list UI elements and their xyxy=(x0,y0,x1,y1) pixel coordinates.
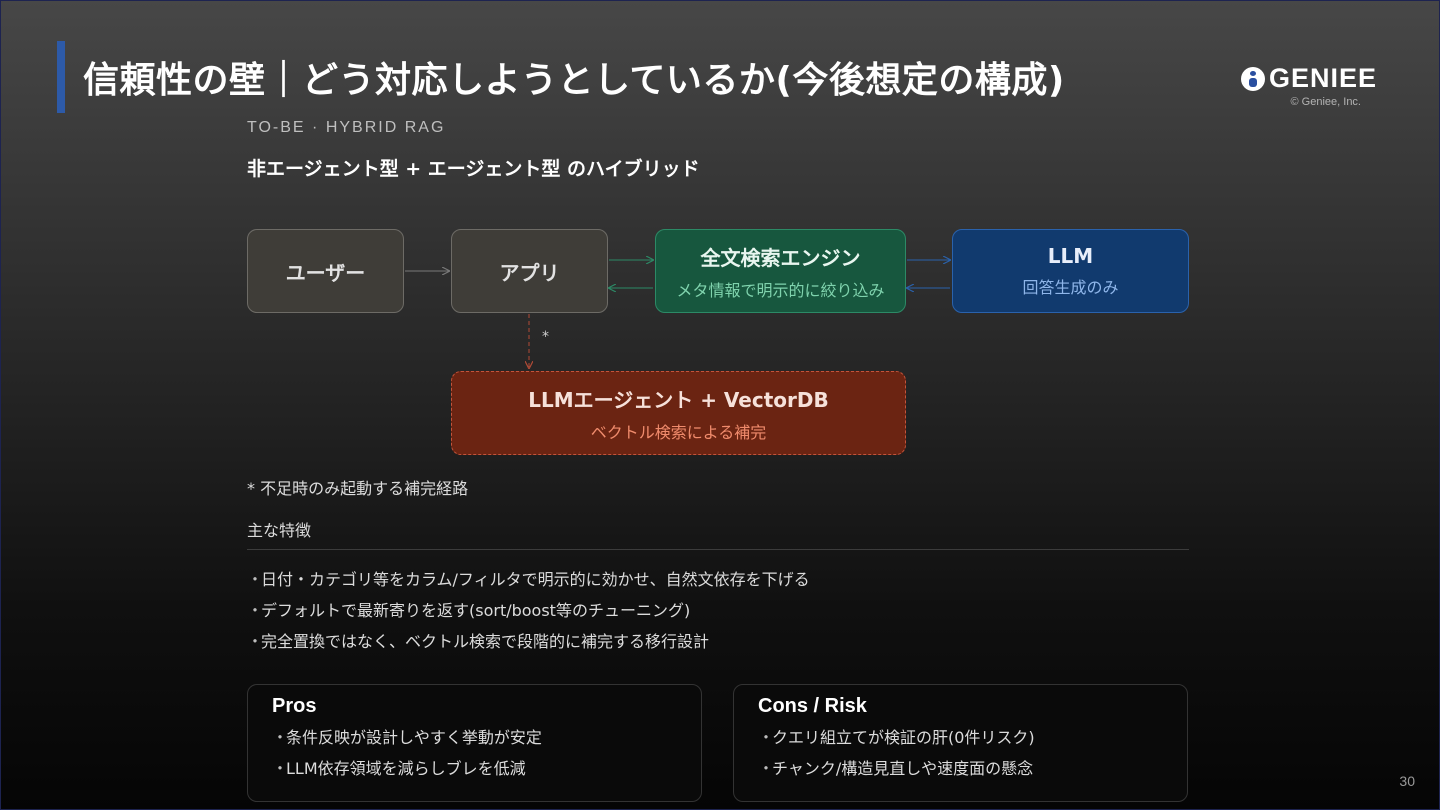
copyright: © Geniee, Inc. xyxy=(1290,96,1361,108)
node-llm-sub: 回答生成のみ xyxy=(1022,278,1119,297)
node-search-sub: メタ情報で明示的に絞り込み xyxy=(676,280,885,300)
features-list: ・日付・カテゴリ等をカラム/フィルタで明示的に効かせ、自然文依存を下げる ・デフ… xyxy=(247,568,810,661)
list-item: ・チャンク/構造見直しや速度面の懸念 xyxy=(758,757,1163,788)
list-item: ・デフォルトで最新寄りを返す(sort/boost等のチューニング) xyxy=(247,599,810,630)
list-item: ・日付・カテゴリ等をカラム/フィルタで明示的に効かせ、自然文依存を下げる xyxy=(247,568,810,599)
bullet-icon: ・ xyxy=(272,728,289,747)
slide-subtitle: 非エージェント型 + エージェント型 のハイブリッド xyxy=(247,158,700,180)
eyebrow-label: TO-BE · HYBRID RAG xyxy=(247,119,446,136)
bullet-icon: ・ xyxy=(247,601,264,620)
cons-card: Cons / Risk ・クエリ組立てが検証の肝(0件リスク) ・チャンク/構造… xyxy=(733,684,1188,802)
cons-list: ・クエリ組立てが検証の肝(0件リスク) ・チャンク/構造見直しや速度面の懸念 xyxy=(758,726,1163,788)
features-title: 主な特徴 xyxy=(247,521,312,540)
node-search-engine: 全文検索エンジン メタ情報で明示的に絞り込み xyxy=(655,229,906,313)
node-app-label: アプリ xyxy=(499,260,560,285)
node-agent-sub: ベクトル検索による補完 xyxy=(590,422,767,442)
node-llm: LLM 回答生成のみ xyxy=(952,229,1189,313)
node-app: アプリ xyxy=(451,229,608,313)
node-user-label: ユーザー xyxy=(285,260,366,285)
bullet-icon: ・ xyxy=(758,759,775,778)
page-number: 30 xyxy=(1399,773,1415,789)
logo-text: GENIEE xyxy=(1269,63,1378,93)
node-user: ユーザー xyxy=(247,229,404,313)
slide: 信頼性の壁｜どう対応しようとしているか(今後想定の構成) GENIEE © Ge… xyxy=(0,0,1440,810)
list-item: ・完全置換ではなく、ベクトル検索で段階的に補完する移行設計 xyxy=(247,630,810,661)
list-item: ・クエリ組立てが検証の肝(0件リスク) xyxy=(758,726,1163,757)
node-search-label: 全文検索エンジン xyxy=(700,245,861,270)
geniee-logo-icon xyxy=(1241,66,1265,91)
geniee-logo: GENIEE xyxy=(1241,63,1377,94)
node-llm-label: LLM xyxy=(1047,244,1094,268)
list-item: ・LLM依存領域を減らしブレを低減 xyxy=(272,757,677,788)
pros-title: Pros xyxy=(272,695,317,717)
footnote: * 不足時のみ起動する補完経路 xyxy=(247,479,469,498)
pros-list: ・条件反映が設計しやすく挙動が安定 ・LLM依存領域を減らしブレを低減 xyxy=(272,726,677,788)
title-accent-bar xyxy=(57,41,65,113)
bullet-icon: ・ xyxy=(247,632,264,651)
cons-title: Cons / Risk xyxy=(758,695,867,717)
pros-card: Pros ・条件反映が設計しやすく挙動が安定 ・LLM依存領域を減らしブレを低減 xyxy=(247,684,702,802)
bullet-icon: ・ xyxy=(247,570,264,589)
list-item: ・条件反映が設計しやすく挙動が安定 xyxy=(272,726,677,757)
bullet-icon: ・ xyxy=(272,759,289,778)
bullet-icon: ・ xyxy=(758,728,775,747)
edge-marker: * xyxy=(542,329,549,345)
slide-title: 信頼性の壁｜どう対応しようとしているか(今後想定の構成) xyxy=(83,60,1065,101)
node-agent: LLMエージェント + VectorDB ベクトル検索による補完 xyxy=(451,371,906,455)
node-agent-label: LLMエージェント + VectorDB xyxy=(528,387,829,412)
features-divider xyxy=(247,549,1189,550)
